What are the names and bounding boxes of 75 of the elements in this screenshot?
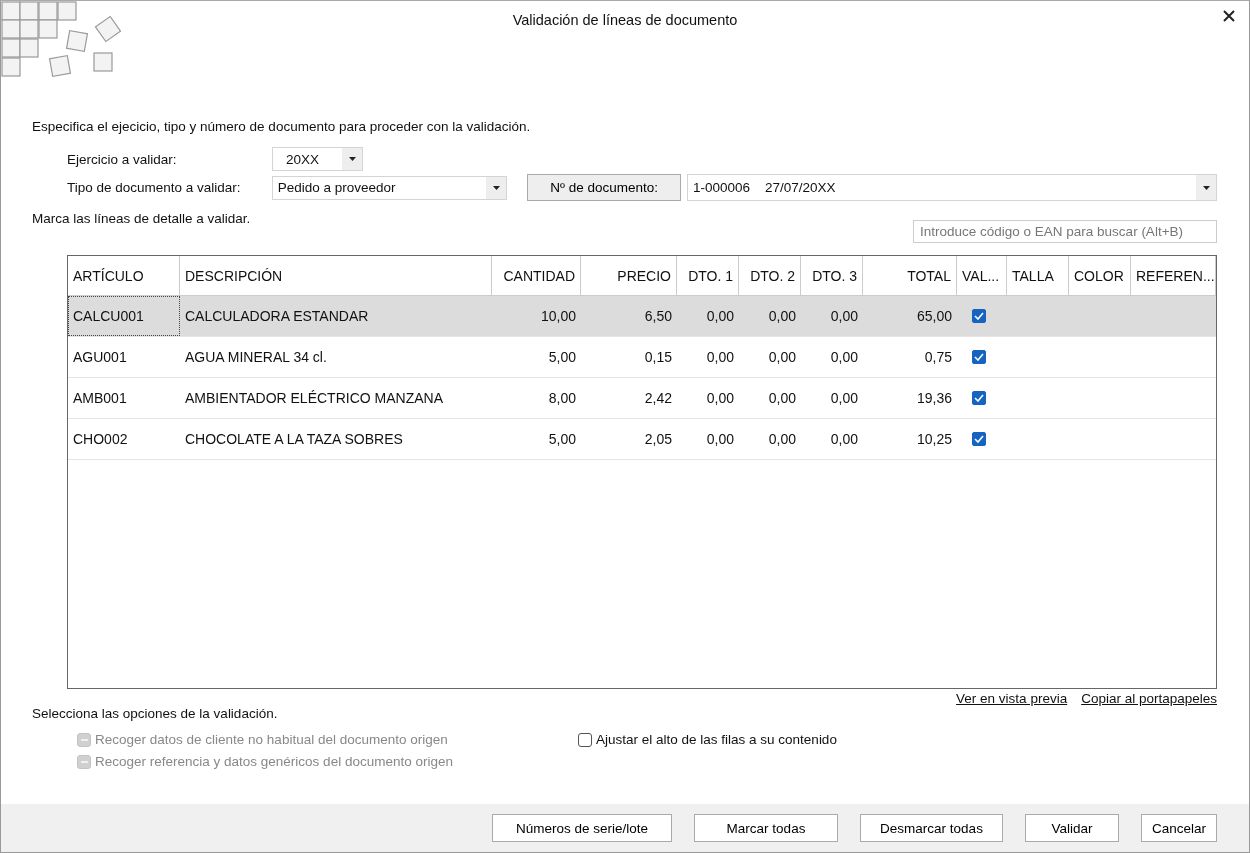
table-cell-text: 5,00 bbox=[547, 348, 577, 367]
table-cell-text: CALCULADORA ESTANDAR bbox=[184, 307, 370, 326]
table-cell-text: 0,00 bbox=[767, 307, 797, 326]
table-cell-text: 10,00 bbox=[539, 307, 577, 326]
caret-icon bbox=[1202, 185, 1210, 190]
column-header[interactable]: VAL... bbox=[957, 256, 1007, 295]
window-title: Validación de líneas de documento bbox=[512, 12, 738, 30]
footer-button[interactable]: Cancelar bbox=[1141, 814, 1217, 842]
table-row[interactable]: AGU001 AGUA MINERAL 34 cl. 5,00 0,15 0,00 0,00 0,00 0,75 bbox=[68, 337, 1216, 378]
table-cell-text: 2,05 bbox=[643, 430, 673, 449]
table-cell-text: 65,00 bbox=[915, 307, 953, 326]
checkbox[interactable] bbox=[972, 391, 986, 405]
document-type-dropdown[interactable]: Pedido a proveedor bbox=[271, 175, 508, 200]
footer-button[interactable]: Desmarcar todas bbox=[860, 814, 1003, 842]
table-cell-text: AMB001 bbox=[72, 389, 128, 408]
table-row[interactable]: AMB001 AMBIENTADOR ELÉCTRICO MANZANA 8,00 2,42 0,00 0,00 0,00 19,36 bbox=[68, 378, 1216, 419]
close-icon[interactable] bbox=[1223, 10, 1235, 22]
instruction-text: Especifica el ejecicio, tipo y número de documento para proceder con la validación. bbox=[32, 119, 531, 134]
table-cell-text: 0,00 bbox=[767, 389, 797, 408]
table-row[interactable]: CHO002 CHOCOLATE A LA TAZA SOBRES 5,00 2,05 0,00 0,00 0,00 10,25 bbox=[68, 419, 1216, 460]
caret-icon bbox=[348, 157, 356, 161]
table-cell-text: 0,15 bbox=[643, 348, 673, 367]
table-cell-text: 0,75 bbox=[923, 348, 953, 367]
column-header[interactable]: DESCRIPCIÓN bbox=[180, 256, 492, 295]
table-cell-text: AGU001 bbox=[72, 348, 128, 367]
checkbox[interactable] bbox=[972, 309, 986, 323]
caret-icon bbox=[492, 185, 500, 190]
table-cell-text: 0,00 bbox=[829, 389, 859, 408]
footer-button[interactable]: Números de serie/lote bbox=[492, 814, 672, 842]
instruction-text: Marca las líneas de detalle a validar. bbox=[32, 211, 251, 226]
table-cell-text: 0,00 bbox=[705, 307, 735, 326]
column-header[interactable]: PRECIO bbox=[581, 256, 677, 295]
table-cell-text: 0,00 bbox=[829, 430, 859, 449]
field-label: Tipo de documento a validar: bbox=[67, 180, 242, 195]
document-number-button[interactable]: Nº de documento: bbox=[527, 174, 681, 201]
column-header[interactable]: COLOR bbox=[1069, 256, 1131, 295]
table-cell-text: CHO002 bbox=[72, 430, 129, 449]
table-cell-text: 0,00 bbox=[705, 348, 735, 367]
table-cell-text: 0,00 bbox=[829, 307, 859, 326]
column-header[interactable]: TALLA bbox=[1007, 256, 1069, 295]
checkbox[interactable] bbox=[972, 350, 986, 364]
footer-button[interactable]: Marcar todas bbox=[694, 814, 838, 842]
table-cell-text: 0,00 bbox=[705, 430, 735, 449]
column-header[interactable]: ARTÍCULO bbox=[68, 256, 180, 295]
link[interactable]: Copiar al portapapeles bbox=[1081, 691, 1217, 706]
search-field[interactable]: Introduce código o EAN para buscar (Alt+B) bbox=[913, 220, 1217, 243]
column-header[interactable]: CANTIDAD bbox=[492, 256, 581, 295]
table-row[interactable]: CALCU001 CALCULADORA ESTANDAR 10,00 6,50 0,00 0,00 0,00 65,00 bbox=[68, 296, 1216, 337]
column-header[interactable]: REFEREN... bbox=[1131, 256, 1216, 295]
field-label: Ejercicio a validar: bbox=[67, 151, 178, 167]
table-cell-text: 8,00 bbox=[547, 389, 577, 408]
table-cell-text: 0,00 bbox=[705, 389, 735, 408]
column-header[interactable]: DTO. 3 bbox=[801, 256, 863, 295]
link[interactable]: Ver en vista previa bbox=[956, 691, 1068, 706]
year-dropdown[interactable]: 20XX bbox=[272, 147, 363, 171]
table-cell-text: 0,00 bbox=[767, 348, 797, 367]
column-header[interactable]: TOTAL bbox=[863, 256, 957, 295]
table-cell-text: 2,42 bbox=[643, 389, 673, 408]
table-cell-text: AMBIENTADOR ELÉCTRICO MANZANA bbox=[184, 389, 444, 408]
table-cell-text: CHOCOLATE A LA TAZA SOBRES bbox=[184, 430, 404, 449]
table-cell-text: 6,50 bbox=[643, 307, 673, 326]
footer-button[interactable]: Validar bbox=[1025, 814, 1119, 842]
table-cell-text: 0,00 bbox=[767, 430, 797, 449]
document-number-dropdown[interactable]: 1-000006 27/07/20XX bbox=[686, 174, 1217, 201]
table-cell-text: 10,25 bbox=[915, 430, 953, 449]
table-cell-text: AGUA MINERAL 34 cl. bbox=[184, 348, 328, 367]
table-cell-text: 0,00 bbox=[829, 348, 859, 367]
table-cell-text: 19,36 bbox=[915, 389, 953, 408]
checkbox[interactable] bbox=[972, 432, 986, 446]
column-header[interactable]: DTO. 1 bbox=[677, 256, 739, 295]
table-cell: CALCU001 bbox=[68, 296, 180, 336]
checkbox-option[interactable]: Ajustar el alto de las filas a su contenido bbox=[578, 732, 837, 747]
column-header[interactable]: DTO. 2 bbox=[739, 256, 801, 295]
section-label: Selecciona las opciones de la validación. bbox=[32, 706, 278, 721]
table-cell-text: 5,00 bbox=[547, 430, 577, 449]
